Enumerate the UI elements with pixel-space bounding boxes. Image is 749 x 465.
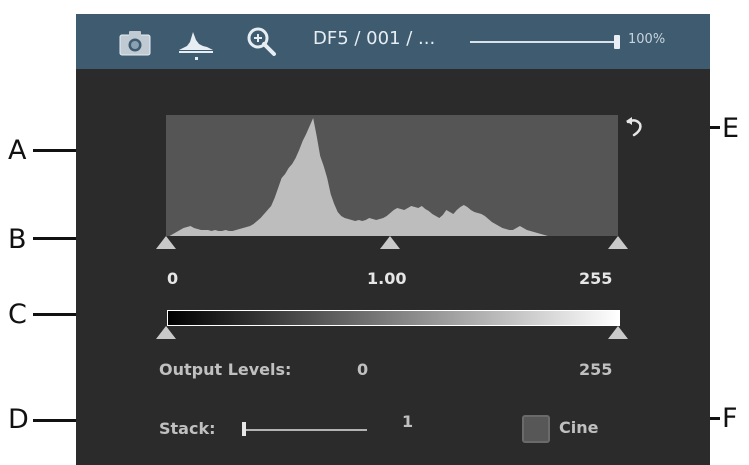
stack-label: Stack: (159, 419, 216, 438)
file-title: DF5 / 001 / ... (313, 28, 436, 49)
callout-label-c: C (8, 299, 27, 330)
callout-label-b: B (8, 224, 27, 255)
toolbar: DF5 / 001 / ... 100% (76, 14, 710, 69)
callout-label-e: E (722, 113, 740, 144)
output-white-handle[interactable] (608, 326, 628, 339)
histogram-icon[interactable] (176, 22, 216, 62)
input-gamma-value: 1.00 (367, 269, 407, 288)
magnifier-plus-icon[interactable] (242, 22, 282, 62)
callout-label-d: D (8, 404, 29, 435)
histogram-graph (166, 115, 618, 236)
stack-slider[interactable] (242, 429, 367, 431)
stack-slider-thumb[interactable] (242, 422, 246, 436)
cine-label: Cine (559, 418, 599, 437)
undo-arrow-icon[interactable] (624, 114, 646, 140)
output-levels-label: Output Levels: (159, 360, 292, 379)
output-black-value: 0 (357, 360, 369, 379)
callout-label-f: F (722, 403, 738, 434)
output-gradient-bar (167, 310, 620, 326)
output-black-handle[interactable] (156, 326, 176, 339)
zoom-slider-thumb[interactable] (614, 35, 620, 49)
stack-value: 1 (402, 412, 414, 431)
camera-icon[interactable] (116, 22, 156, 62)
zoom-label: 100% (628, 32, 666, 47)
histogram-panel: DF5 / 001 / ... 100% 0 1.00 255 Output L… (76, 14, 710, 465)
zoom-slider[interactable] (470, 35, 620, 49)
input-black-value: 0 (167, 269, 179, 288)
input-black-point-handle[interactable] (156, 236, 176, 249)
cine-checkbox[interactable] (522, 415, 550, 443)
input-gamma-handle[interactable] (380, 236, 400, 249)
input-white-point-handle[interactable] (608, 236, 628, 249)
input-white-value: 255 (579, 269, 613, 288)
output-white-value: 255 (579, 360, 613, 379)
callout-label-a: A (8, 135, 27, 166)
